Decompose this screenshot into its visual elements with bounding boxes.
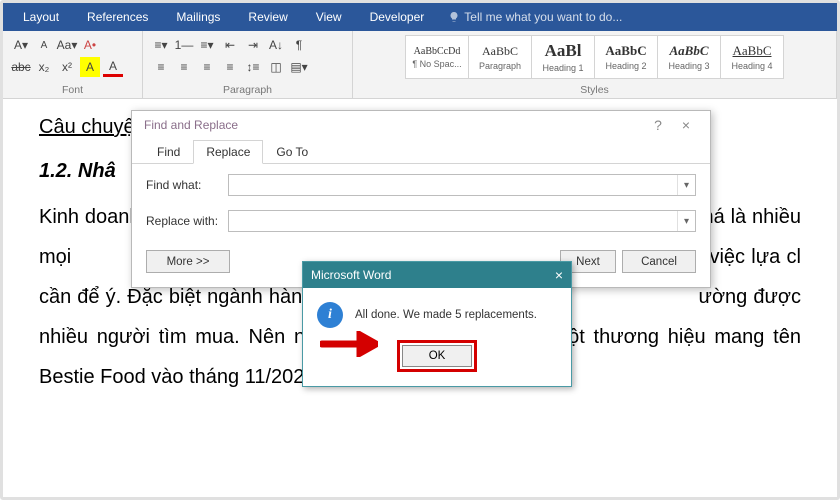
multilevel-icon[interactable]: ≡▾ — [197, 35, 217, 55]
style-gallery[interactable]: AaBbCcDd¶ No Spac... AaBbCParagraph AaBl… — [405, 35, 784, 79]
align-center-icon[interactable]: ≡ — [174, 57, 194, 77]
tab-review[interactable]: Review — [234, 3, 301, 31]
style-heading1[interactable]: AaBlHeading 1 — [531, 35, 595, 79]
line-spacing-icon[interactable]: ↕≡ — [243, 57, 263, 77]
style-no-space[interactable]: AaBbCcDd¶ No Spac... — [405, 35, 469, 79]
decrease-font-icon[interactable]: A▾ — [11, 35, 31, 55]
ribbon-toolbar: A▾ A Aa▾ A• abc x₂ x² A A Font ≡▾ 1― ≡▾ … — [3, 31, 837, 99]
style-heading3[interactable]: AaBbCHeading 3 — [657, 35, 721, 79]
bullets-icon[interactable]: ≡▾ — [151, 35, 171, 55]
style-heading2[interactable]: AaBbCHeading 2 — [594, 35, 658, 79]
numbering-icon[interactable]: 1― — [174, 35, 194, 55]
replace-with-combo[interactable]: ▾ — [228, 210, 696, 232]
highlight-box: OK — [397, 340, 477, 372]
ok-button[interactable]: OK — [402, 345, 472, 367]
justify-icon[interactable]: ≡ — [220, 57, 240, 77]
increase-font-icon[interactable]: A — [34, 35, 54, 55]
close-icon[interactable]: × — [672, 117, 700, 133]
style-paragraph[interactable]: AaBbCParagraph — [468, 35, 532, 79]
close-icon[interactable]: × — [555, 267, 563, 283]
tab-view[interactable]: View — [302, 3, 356, 31]
increase-indent-icon[interactable]: ⇥ — [243, 35, 263, 55]
shading-icon[interactable]: ◫ — [266, 57, 286, 77]
annotation-arrow — [320, 331, 378, 362]
tab-references[interactable]: References — [73, 3, 162, 31]
subscript-icon[interactable]: x₂ — [34, 57, 54, 77]
cancel-button[interactable]: Cancel — [622, 250, 696, 273]
lightbulb-icon — [448, 11, 460, 23]
tab-replace[interactable]: Replace — [193, 140, 263, 164]
style-heading4[interactable]: AaBbCHeading 4 — [720, 35, 784, 79]
strikethrough-icon[interactable]: abc — [11, 57, 31, 77]
group-label-paragraph: Paragraph — [151, 84, 344, 96]
change-case-icon[interactable]: Aa▾ — [57, 35, 77, 55]
more-button[interactable]: More >> — [146, 250, 230, 273]
show-marks-icon[interactable]: ¶ — [289, 35, 309, 55]
find-what-label: Find what: — [146, 178, 228, 192]
info-icon: i — [317, 302, 343, 328]
ribbon: Layout References Mailings Review View D… — [3, 3, 837, 31]
tab-developer[interactable]: Developer — [356, 3, 439, 31]
group-label-styles: Styles — [361, 84, 828, 96]
borders-icon[interactable]: ▤▾ — [289, 57, 309, 77]
tab-mailings[interactable]: Mailings — [162, 3, 234, 31]
tell-me[interactable]: Tell me what you want to do... — [448, 10, 622, 24]
font-color-icon[interactable]: A — [103, 57, 123, 77]
chevron-down-icon[interactable]: ▾ — [677, 175, 695, 195]
tab-goto[interactable]: Go To — [263, 140, 321, 164]
sort-icon[interactable]: A↓ — [266, 35, 286, 55]
align-left-icon[interactable]: ≡ — [151, 57, 171, 77]
clear-formatting-icon[interactable]: A• — [80, 35, 100, 55]
dialog-title: Find and Replace — [144, 118, 238, 132]
highlight-icon[interactable]: A — [80, 57, 100, 77]
tab-layout[interactable]: Layout — [9, 3, 73, 31]
tell-me-label: Tell me what you want to do... — [464, 10, 622, 24]
find-what-combo[interactable]: ▾ — [228, 174, 696, 196]
replace-with-label: Replace with: — [146, 214, 228, 228]
msgbox-text: All done. We made 5 replacements. — [355, 309, 537, 321]
decrease-indent-icon[interactable]: ⇤ — [220, 35, 240, 55]
msgbox-title: Microsoft Word — [311, 268, 391, 282]
group-label-font: Font — [11, 84, 134, 96]
replace-with-input[interactable] — [229, 211, 677, 231]
chevron-down-icon[interactable]: ▾ — [677, 211, 695, 231]
help-icon[interactable]: ? — [644, 117, 672, 133]
find-what-input[interactable] — [229, 175, 677, 195]
message-box: Microsoft Word × i All done. We made 5 r… — [302, 261, 572, 387]
align-right-icon[interactable]: ≡ — [197, 57, 217, 77]
tab-find[interactable]: Find — [144, 140, 193, 164]
superscript-icon[interactable]: x² — [57, 57, 77, 77]
